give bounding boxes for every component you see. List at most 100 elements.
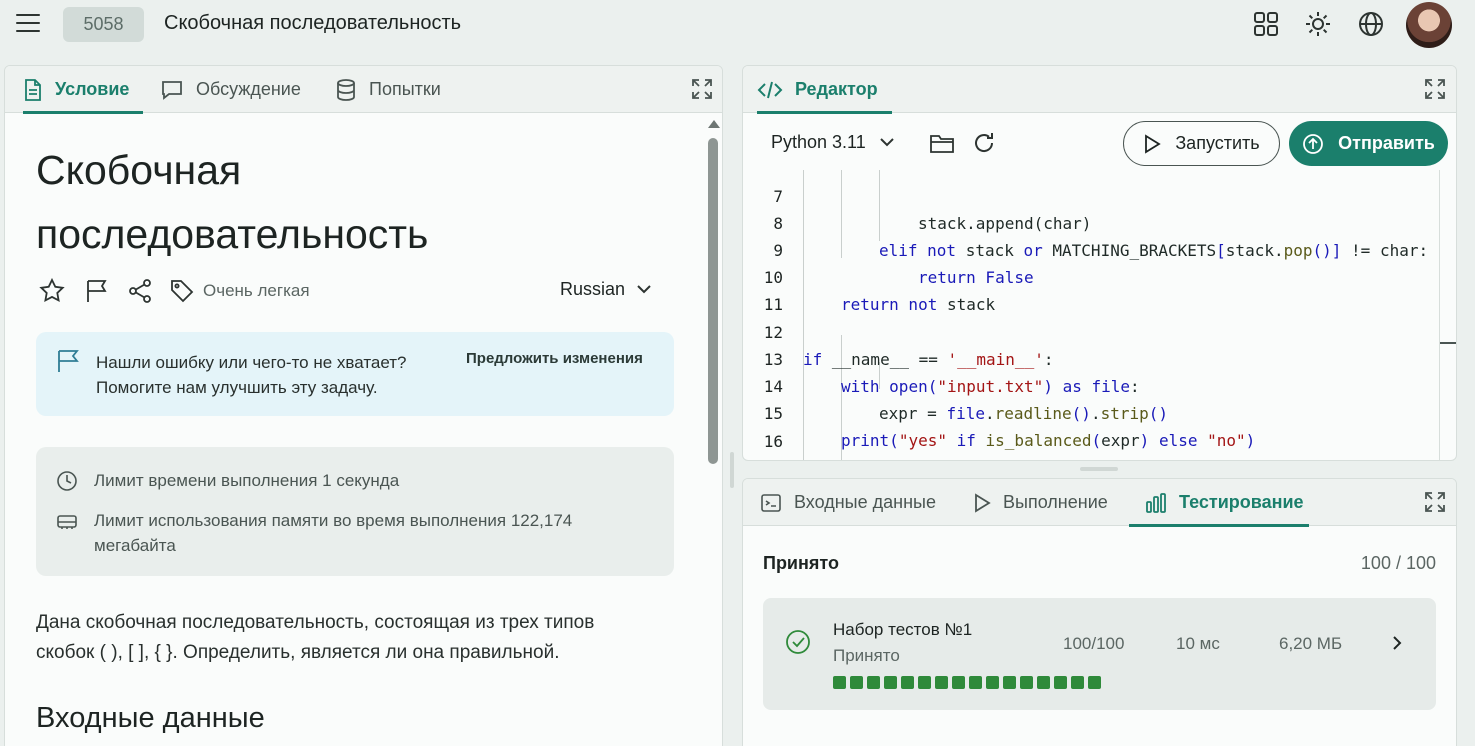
editor-toolbar: Python 3.11 Запустить Отправить (743, 114, 1456, 170)
globe-icon[interactable] (1357, 10, 1385, 38)
menu-icon[interactable] (16, 14, 40, 34)
database-icon (337, 78, 355, 101)
chevron-down-icon (880, 138, 894, 147)
run-button[interactable]: Запустить (1123, 121, 1280, 166)
code-editor[interactable]: 7 stack.append(char) 8 elif not stack or… (743, 170, 1439, 460)
result-score: 100 / 100 (1360, 553, 1436, 573)
panel-resize-handle[interactable] (1080, 467, 1118, 471)
test-set-score: 100/100 (1063, 634, 1125, 653)
document-icon (25, 78, 41, 101)
panel-resize-handle[interactable] (730, 452, 734, 488)
expand-icon[interactable] (1424, 491, 1446, 513)
code-line: 8 elif not stack or MATCHING_BRACKETS[st… (773, 214, 1429, 260)
test-passed-dot (1020, 676, 1033, 689)
test-passed-dot (901, 676, 914, 689)
test-passed-dot (1037, 676, 1050, 689)
test-passed-dot (935, 676, 948, 689)
bar-chart-icon (1146, 492, 1166, 513)
chat-icon (162, 80, 182, 100)
test-passed-dot (1088, 676, 1101, 689)
avatar[interactable] (1406, 2, 1452, 48)
code-line: 14 expr = file.readline().strip() (763, 377, 1169, 423)
upload-icon (1303, 133, 1324, 154)
tab-execution[interactable]: Выполнение (973, 479, 1108, 526)
tab-editor[interactable]: Редактор (757, 66, 892, 114)
editor-scroll-marker (1440, 342, 1456, 344)
apps-grid-icon[interactable] (1252, 10, 1280, 38)
star-icon[interactable] (39, 278, 65, 304)
results-panel: Входные данные Выполнение Тестирование П… (742, 478, 1457, 746)
chevron-down-icon (637, 285, 651, 294)
test-result-dots (833, 676, 1105, 689)
editor-tabs: Редактор (743, 66, 1456, 114)
test-set-memory: 6,20 МБ (1279, 634, 1343, 653)
test-passed-dot (969, 676, 982, 689)
code-line: 7 stack.append(char) (743, 170, 1091, 233)
results-tabs: Входные данные Выполнение Тестирование (743, 479, 1456, 527)
time-limit: Лимит времени выполнения 1 секунда (56, 468, 399, 493)
code-line: 10 return not stack (763, 268, 996, 314)
tab-testing[interactable]: Тестирование (1129, 479, 1309, 527)
test-passed-dot (884, 676, 897, 689)
terminal-icon (761, 493, 781, 512)
language-select[interactable]: Russian (560, 279, 651, 300)
suggest-changes-link[interactable]: Предложить изменения (466, 350, 643, 367)
feedback-notice: Нашли ошибку или чего-то не хватает? Пом… (36, 332, 674, 416)
expand-icon[interactable] (1424, 78, 1446, 100)
test-set-status: Принято (833, 646, 900, 665)
python-version-select[interactable]: Python 3.11 (771, 132, 894, 153)
tab-attempts[interactable]: Попытки (335, 66, 441, 113)
difficulty-label: Очень легкая (203, 281, 310, 300)
section-title-input: Входные данные (36, 702, 265, 734)
page-title: Скобочная последовательность (164, 12, 462, 34)
editor-scrollbar[interactable] (1439, 170, 1440, 460)
flag-icon[interactable] (84, 278, 110, 304)
sun-icon[interactable] (1304, 10, 1332, 38)
clock-icon (57, 471, 77, 491)
scroll-thumb[interactable] (708, 138, 718, 464)
code-icon (757, 81, 783, 98)
chevron-right-icon[interactable] (1391, 635, 1403, 651)
code-line-partial: stack.append(char) (918, 214, 1092, 233)
share-icon[interactable] (127, 278, 153, 304)
problem-id-badge: 5058 (63, 7, 144, 42)
problem-panel: Условие Обсуждение Попытки Скобочная пос… (4, 65, 723, 746)
play-icon (1145, 133, 1162, 154)
flag-icon (58, 350, 79, 372)
problem-actions: Очень легкая Russian (39, 276, 669, 306)
tab-discussion[interactable]: Обсуждение (160, 66, 301, 113)
test-passed-dot (1054, 676, 1067, 689)
scroll-up-arrow[interactable] (708, 120, 720, 128)
test-passed-dot (850, 676, 863, 689)
code-line: 9 return False (773, 241, 1034, 287)
test-set-name: Набор тестов №1 (833, 620, 973, 639)
folder-icon[interactable] (929, 130, 955, 156)
test-passed-dot (867, 676, 880, 689)
editor-panel: Редактор Python 3.11 Запустить Отправить (742, 65, 1457, 461)
tag-icon (171, 280, 194, 303)
test-passed-dot (1003, 676, 1016, 689)
tab-input-data[interactable]: Входные данные (760, 479, 936, 526)
test-passed-dot (986, 676, 999, 689)
check-circle-icon (786, 630, 810, 654)
expand-icon[interactable] (691, 78, 713, 100)
test-set-row[interactable]: Набор тестов №1 Принято 100/100 10 мс 6,… (763, 598, 1436, 710)
play-icon (975, 492, 991, 513)
notice-line-1: Нашли ошибку или чего-то не хватает? (96, 353, 407, 372)
scrollbar[interactable] (707, 118, 720, 746)
tab-statement[interactable]: Условие (23, 66, 144, 114)
refresh-icon[interactable] (971, 130, 997, 156)
code-line: 11 (763, 295, 783, 314)
result-status: Принято (763, 553, 839, 573)
code-line: 12 if __name__ == '__main__': (763, 323, 1054, 369)
test-passed-dot (833, 676, 846, 689)
test-passed-dot (952, 676, 965, 689)
submit-button[interactable]: Отправить (1289, 121, 1448, 166)
top-bar: 5058 Скобочная последовательность (0, 0, 1475, 50)
problem-heading: Скобочная последовательность (36, 147, 429, 257)
test-passed-dot (1071, 676, 1084, 689)
test-set-time: 10 мс (1176, 634, 1220, 653)
limits-box: Лимит времени выполнения 1 секунда Лимит… (36, 447, 674, 576)
memory-icon (57, 515, 77, 529)
notice-line-2: Помогите нам улучшить эту задачу. (96, 378, 378, 397)
